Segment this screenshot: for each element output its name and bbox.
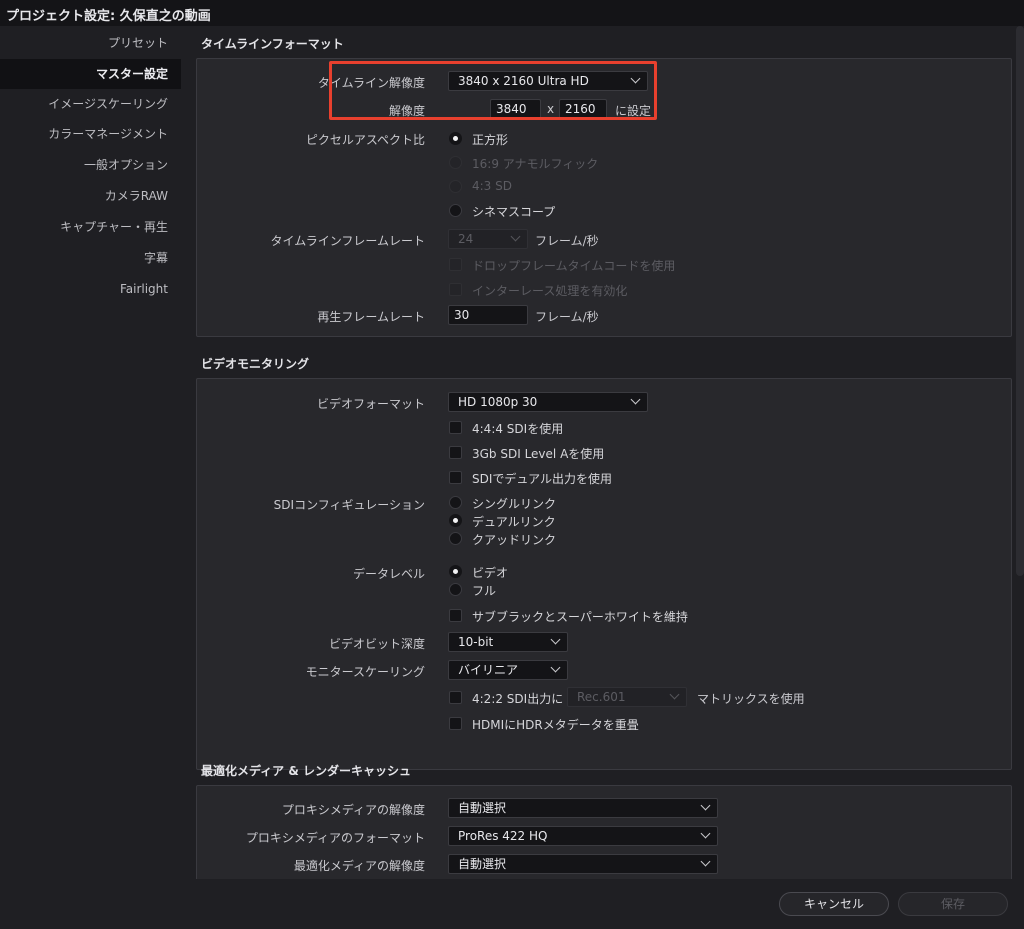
- pixel-aspect-cinemascope-radio[interactable]: [449, 204, 462, 217]
- matrix-dropdown[interactable]: Rec.601: [567, 687, 687, 707]
- section-title-timeline-format: タイムラインフォーマット: [201, 37, 344, 51]
- sidebar-item-presets[interactable]: プリセット: [0, 28, 181, 58]
- matrix-suffix-label: マトリックスを使用: [697, 692, 805, 706]
- sdi-dual-label: SDIでデュアル出力を使用: [472, 472, 613, 486]
- data-level-video-label: ビデオ: [472, 566, 509, 580]
- proxy-resolution-value: 自動選択: [458, 801, 507, 815]
- video-format-value: HD 1080p 30: [458, 395, 538, 409]
- interlace-checkbox[interactable]: [449, 283, 462, 296]
- chevron-down-icon: [630, 394, 641, 405]
- pixel-aspect-square-label: 正方形: [472, 133, 509, 147]
- sidebar-item-subtitles[interactable]: 字幕: [0, 243, 181, 273]
- pixel-aspect-cinemascope-label: シネマスコープ: [472, 205, 556, 219]
- sidebar-item-fairlight[interactable]: Fairlight: [0, 274, 181, 304]
- sdi-dual-checkbox[interactable]: [449, 471, 462, 484]
- chevron-down-icon: [550, 662, 561, 673]
- optimized-media-panel: プロキシメディアの解像度 自動選択 プロキシメディアのフォーマット ProRes…: [196, 785, 1012, 879]
- save-button[interactable]: 保存: [898, 892, 1008, 916]
- proxy-resolution-label: プロキシメディアの解像度: [281, 803, 425, 817]
- sidebar-item-capture-playback[interactable]: キャプチャー・再生: [0, 212, 181, 242]
- hdmi-hdr-checkbox[interactable]: [449, 717, 462, 730]
- pixel-aspect-43sd-label: 4:3 SD: [472, 179, 512, 193]
- sidebar: プリセット マスター設定 イメージスケーリング カラーマネージメント 一般オプシ…: [0, 26, 181, 929]
- chevron-down-icon: [700, 828, 711, 839]
- pixel-aspect-square-radio[interactable]: [449, 132, 462, 145]
- sdi444-checkbox[interactable]: [449, 421, 462, 434]
- sidebar-item-master-settings[interactable]: マスター設定: [0, 59, 181, 89]
- sidebar-item-general-options[interactable]: 一般オプション: [0, 150, 181, 180]
- sidebar-item-camera-raw[interactable]: カメラRAW: [0, 181, 181, 211]
- proxy-format-label: プロキシメディアのフォーマット: [245, 831, 425, 845]
- timeline-frame-rate-value: 24: [458, 232, 474, 246]
- retain-sub-black-label: サブブラックとスーパーホワイトを維持: [472, 610, 688, 624]
- sidebar-item-image-scaling[interactable]: イメージスケーリング: [0, 89, 181, 119]
- scrollbar[interactable]: [1016, 26, 1024, 576]
- monitor-scaling-label: モニタースケーリング: [305, 665, 425, 679]
- optimized-resolution-value: 自動選択: [458, 857, 507, 871]
- settings-main: タイムラインフォーマット タイムライン解像度 3840 x 2160 Ultra…: [181, 26, 1024, 879]
- monitor-scaling-value: バイリニア: [458, 663, 519, 677]
- sidebar-item-color-management[interactable]: カラーマネージメント: [0, 119, 181, 149]
- sdi422-label: 4:2:2 SDI出力に: [472, 692, 564, 706]
- sdi-dual-link-radio[interactable]: [449, 514, 462, 527]
- data-level-video-radio[interactable]: [449, 565, 462, 578]
- section-title-optimized-media: 最適化メディア & レンダーキャッシュ: [201, 764, 411, 778]
- window-title: プロジェクト設定: 久保直之の動画: [6, 9, 211, 24]
- matrix-value: Rec.601: [577, 690, 626, 704]
- chevron-down-icon: [669, 689, 680, 700]
- proxy-format-dropdown[interactable]: ProRes 422 HQ: [448, 826, 718, 846]
- timeline-frame-rate-label: タイムラインフレームレート: [270, 234, 425, 248]
- title-bar: プロジェクト設定: 久保直之の動画: [0, 0, 1024, 27]
- pixel-aspect-anamorphic-label: 16:9 アナモルフィック: [472, 157, 599, 171]
- playback-frame-rate-unit: フレーム/秒: [535, 310, 599, 324]
- sdi-single-link-radio[interactable]: [449, 496, 462, 509]
- sdi-single-link-label: シングルリンク: [472, 497, 557, 511]
- data-level-full-radio[interactable]: [449, 583, 462, 596]
- video-bit-depth-value: 10-bit: [458, 635, 494, 649]
- footer: キャンセル 保存: [0, 879, 1024, 929]
- pixel-aspect-label: ピクセルアスペクト比: [305, 133, 425, 147]
- video-format-dropdown[interactable]: HD 1080p 30: [448, 392, 648, 412]
- proxy-format-value: ProRes 422 HQ: [458, 829, 548, 843]
- retain-sub-black-checkbox[interactable]: [449, 609, 462, 622]
- sdi3g-checkbox[interactable]: [449, 446, 462, 459]
- drop-frame-checkbox[interactable]: [449, 258, 462, 271]
- chevron-down-icon: [700, 856, 711, 867]
- section-title-video-monitoring: ビデオモニタリング: [201, 357, 310, 371]
- video-format-label: ビデオフォーマット: [316, 397, 425, 411]
- proxy-resolution-dropdown[interactable]: 自動選択: [448, 798, 718, 818]
- playback-frame-rate-label: 再生フレームレート: [317, 310, 425, 324]
- sdi-quad-link-radio[interactable]: [449, 532, 462, 545]
- sdi-quad-link-label: クアッドリンク: [472, 533, 557, 547]
- pixel-aspect-43sd-radio[interactable]: [449, 180, 462, 193]
- video-monitoring-panel: ビデオフォーマット HD 1080p 30 4:4:4 SDIを使用 3Gb S…: [196, 378, 1012, 770]
- interlace-label: インターレース処理を有効化: [472, 284, 628, 298]
- timeline-frame-rate-unit: フレーム/秒: [535, 234, 599, 248]
- sdi444-label: 4:4:4 SDIを使用: [472, 422, 564, 436]
- timeline-frame-rate-dropdown[interactable]: 24: [448, 229, 528, 249]
- drop-frame-label: ドロップフレームタイムコードを使用: [472, 259, 676, 273]
- hdmi-hdr-label: HDMIにHDRメタデータを重畳: [472, 718, 639, 732]
- data-level-full-label: フル: [472, 584, 497, 598]
- chevron-down-icon: [550, 634, 561, 645]
- sdi-dual-link-label: デュアルリンク: [472, 515, 556, 529]
- playback-frame-rate-input[interactable]: [448, 305, 528, 325]
- optimized-resolution-dropdown[interactable]: 自動選択: [448, 854, 718, 874]
- sdi-config-label: SDIコンフィギュレーション: [273, 498, 425, 512]
- video-bit-depth-label: ビデオビット深度: [328, 637, 425, 651]
- chevron-down-icon: [510, 231, 521, 242]
- sdi422-checkbox[interactable]: [449, 691, 462, 704]
- resolution-highlight-box: [329, 61, 657, 120]
- pixel-aspect-anamorphic-radio[interactable]: [449, 156, 462, 169]
- chevron-down-icon: [700, 800, 711, 811]
- monitor-scaling-dropdown[interactable]: バイリニア: [448, 660, 568, 680]
- sdi3g-label: 3Gb SDI Level Aを使用: [472, 447, 605, 461]
- optimized-resolution-label: 最適化メディアの解像度: [293, 859, 425, 873]
- video-bit-depth-dropdown[interactable]: 10-bit: [448, 632, 568, 652]
- data-level-label: データレベル: [352, 567, 425, 581]
- cancel-button[interactable]: キャンセル: [779, 892, 889, 916]
